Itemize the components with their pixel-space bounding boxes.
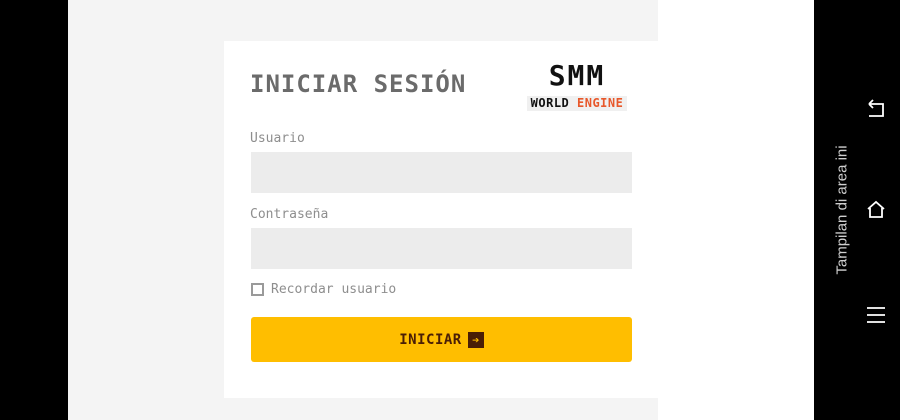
app-background-right bbox=[658, 0, 814, 420]
username-label: Usuario bbox=[250, 131, 305, 146]
back-icon[interactable] bbox=[864, 98, 888, 122]
logo-sub-word1: WORLD bbox=[530, 96, 570, 110]
logo: SMM WORLD ENGINE bbox=[521, 59, 633, 111]
nav-hint-text: Tampilan di area ini bbox=[833, 145, 851, 275]
username-field[interactable] bbox=[251, 152, 632, 193]
login-button-label: INICIAR bbox=[399, 331, 462, 348]
login-button[interactable]: INICIAR ➔ bbox=[251, 317, 632, 362]
home-icon[interactable] bbox=[864, 198, 888, 222]
remember-user-row[interactable]: Recordar usuario bbox=[251, 281, 396, 297]
arrow-right-box-icon: ➔ bbox=[467, 331, 484, 348]
password-field[interactable] bbox=[251, 228, 632, 269]
logo-sub-word2: ENGINE bbox=[577, 96, 624, 110]
remember-user-checkbox[interactable] bbox=[251, 282, 264, 296]
password-label: Contraseña bbox=[250, 207, 329, 222]
menu-icon[interactable] bbox=[864, 303, 888, 327]
logo-main-text: SMM bbox=[548, 59, 606, 92]
remember-user-label[interactable]: Recordar usuario bbox=[271, 282, 396, 297]
logo-subtitle: WORLD ENGINE bbox=[526, 96, 628, 111]
page-title: INICIAR SESIÓN bbox=[250, 70, 467, 98]
